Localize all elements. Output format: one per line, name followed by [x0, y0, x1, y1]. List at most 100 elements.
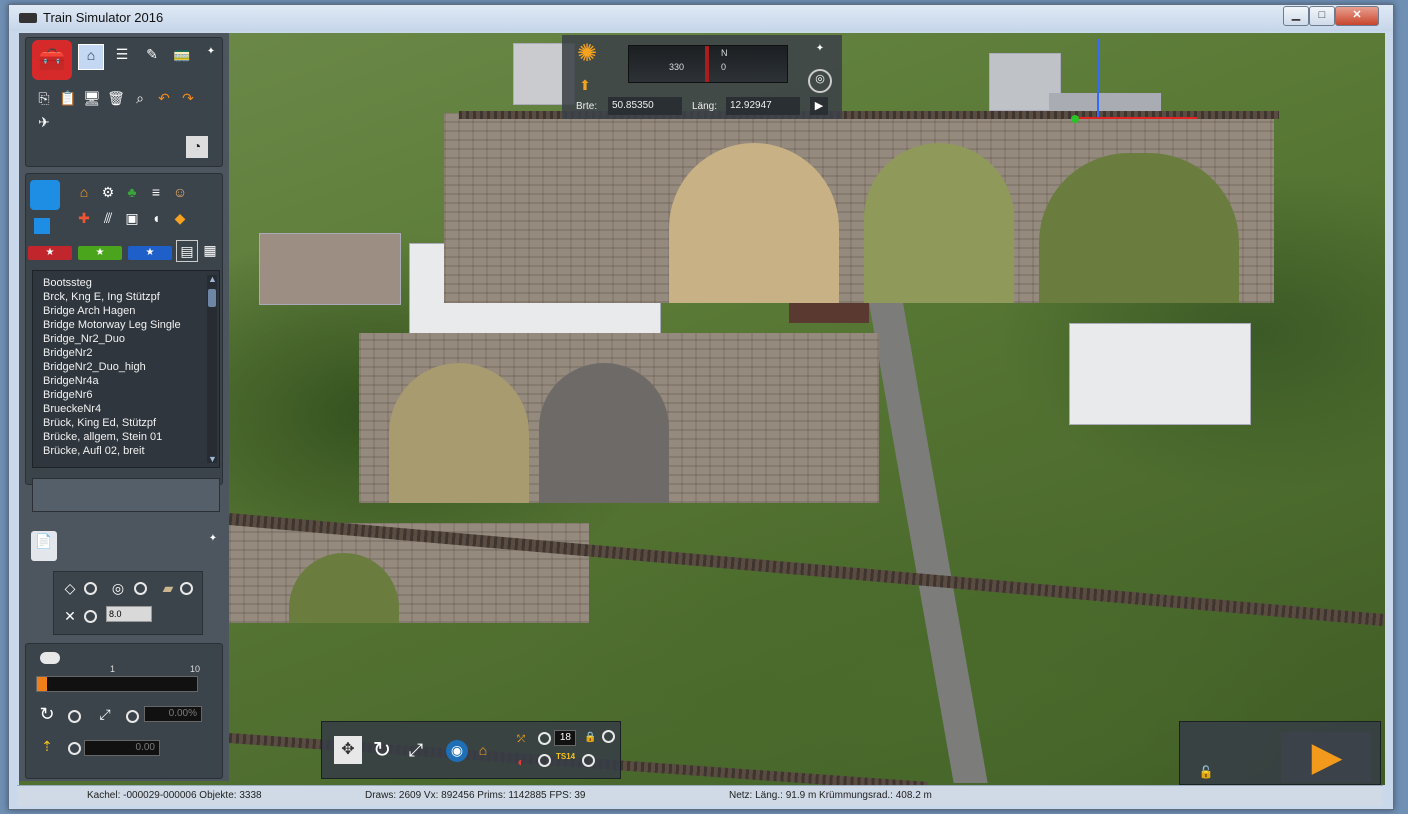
- red-filter-button[interactable]: ★: [28, 246, 72, 260]
- track-tool-radio[interactable]: [538, 732, 551, 745]
- viaduct-arch: [1039, 153, 1239, 303]
- train-icon[interactable]: 🚃: [170, 44, 194, 68]
- scroll-up-icon[interactable]: ▲: [208, 275, 217, 284]
- object-list[interactable]: Bootssteg Brck, Kng E, Ing Stützpf Bridge …: [32, 270, 220, 468]
- signal-tool-radio[interactable]: [538, 754, 551, 767]
- list-item[interactable]: BrueckeNr4: [43, 403, 101, 415]
- scroll-down-icon[interactable]: ▼: [208, 455, 217, 464]
- grid-view-icon[interactable]: ▦: [200, 240, 220, 260]
- settings-icon[interactable]: ✈: [34, 112, 54, 132]
- toolbox-icon[interactable]: 🧰: [32, 40, 72, 80]
- height-value-field[interactable]: 0.00: [84, 740, 160, 756]
- preview-box: [32, 478, 220, 512]
- map-icon[interactable]: ⬆: [574, 75, 596, 93]
- monitor-icon[interactable]: 🖥: [82, 88, 102, 108]
- list-item[interactable]: Brücke, allgem, Stein 01: [43, 431, 162, 443]
- list-item[interactable]: Bridge Arch Hagen: [43, 305, 135, 317]
- rotate-icon[interactable]: ↻: [36, 704, 58, 726]
- cube-icon[interactable]: [30, 180, 60, 210]
- gizmo-x-axis[interactable]: [1077, 117, 1197, 119]
- document-icon[interactable]: 📄: [31, 531, 57, 561]
- latitude-field[interactable]: 50.85350: [608, 97, 682, 115]
- list-item[interactable]: BridgeNr4a: [43, 375, 99, 387]
- lock-icon[interactable]: 🔒: [584, 728, 596, 744]
- list-item[interactable]: BridgeNr2: [43, 347, 93, 359]
- tree-icon[interactable]: ♣: [122, 182, 142, 202]
- snap-track-radio[interactable]: [180, 582, 193, 595]
- sound-icon[interactable]: ◖: [146, 208, 166, 228]
- longitude-field[interactable]: 12.92947: [726, 97, 800, 115]
- minimize-button[interactable]: ▁: [1283, 6, 1309, 26]
- settings-gear-icon[interactable]: ◎: [808, 69, 832, 93]
- paste-icon[interactable]: 📋: [58, 88, 78, 108]
- move-mode-icon[interactable]: ✥: [334, 736, 362, 764]
- person-icon[interactable]: ☺: [170, 182, 190, 202]
- scale-toggle[interactable]: [40, 652, 60, 664]
- green-filter-button[interactable]: ★: [78, 246, 122, 260]
- house-icon[interactable]: ⌂: [74, 182, 94, 202]
- list-item[interactable]: BridgeNr2_Duo_high: [43, 361, 146, 373]
- list-item[interactable]: BridgeNr6: [43, 389, 93, 401]
- signal-icon[interactable]: ✚: [74, 208, 94, 228]
- bridge-icon[interactable]: ⫻: [98, 208, 118, 228]
- gizmo-y-axis[interactable]: [1097, 39, 1099, 119]
- height-icon[interactable]: ⇡: [36, 736, 58, 758]
- pin-icon[interactable]: ✦: [814, 39, 826, 54]
- list-item[interactable]: Bridge_Nr2_Duo: [43, 333, 125, 345]
- move-icon[interactable]: ⤢: [94, 704, 116, 726]
- play-button[interactable]: ▶: [1307, 736, 1347, 778]
- signal-tool-icon[interactable]: ◐: [512, 752, 530, 769]
- blue-filter-button[interactable]: ★: [128, 246, 172, 260]
- list-item[interactable]: Brücke, Aufl 02, breit: [43, 445, 145, 457]
- globe-icon[interactable]: ◉: [446, 740, 468, 762]
- brush-icon[interactable]: ✎: [140, 44, 164, 68]
- go-arrow-icon[interactable]: ▶: [810, 97, 828, 115]
- snap-grid-radio[interactable]: [84, 610, 97, 623]
- list-item[interactable]: Brück, King Ed, Stützpf: [43, 417, 156, 429]
- list-scrollbar[interactable]: ▲ ▼: [207, 275, 217, 464]
- gizmo-z-handle[interactable]: [1071, 115, 1079, 123]
- search-icon[interactable]: ⌕: [130, 88, 150, 108]
- track-icon[interactable]: ☰: [110, 44, 134, 68]
- rotate-radio[interactable]: [68, 710, 81, 723]
- close-button[interactable]: ✕: [1335, 6, 1379, 26]
- delete-icon[interactable]: 🗑: [106, 88, 126, 108]
- grid-size-input[interactable]: [106, 606, 152, 622]
- track-tool-icon[interactable]: ⤱: [512, 730, 530, 746]
- home-icon[interactable]: ⌂: [78, 44, 104, 70]
- rail-piece-icon[interactable]: ≡: [146, 182, 166, 202]
- height-radio[interactable]: [68, 742, 81, 755]
- maximize-button[interactable]: □: [1309, 6, 1335, 26]
- bag-icon[interactable]: ◆: [170, 208, 190, 228]
- move-radio[interactable]: [126, 710, 139, 723]
- copy-icon[interactable]: ⎘: [34, 88, 54, 108]
- gauge-icon[interactable]: ◔: [186, 136, 208, 158]
- list-item[interactable]: Bridge Motorway Leg Single: [43, 319, 181, 331]
- pin-icon[interactable]: ✦: [204, 42, 218, 57]
- factory-icon[interactable]: ⚙: [98, 182, 118, 202]
- list-view-icon[interactable]: ▤: [176, 240, 198, 262]
- small-cube-icon[interactable]: [34, 218, 50, 234]
- scale-mode-icon[interactable]: ⤢: [402, 736, 430, 764]
- list-item[interactable]: Bootssteg: [43, 277, 92, 289]
- rotate-value-field[interactable]: 0.00%: [144, 706, 202, 722]
- snap-target-radio[interactable]: [134, 582, 147, 595]
- rotate-mode-icon[interactable]: ↻: [368, 736, 396, 764]
- scale-slider-handle[interactable]: [37, 677, 47, 691]
- ts14-radio[interactable]: [582, 754, 595, 767]
- home-view-icon[interactable]: ⌂: [472, 740, 494, 762]
- compass-rose-icon[interactable]: ✺: [572, 39, 602, 69]
- pin-icon[interactable]: ✦: [207, 529, 219, 544]
- snap-plane-radio[interactable]: [84, 582, 97, 595]
- tunnel-icon[interactable]: ▣: [122, 208, 142, 228]
- scroll-thumb[interactable]: [208, 289, 216, 307]
- track-snap-icon: ▰: [162, 580, 174, 596]
- scale-slider[interactable]: [36, 676, 198, 692]
- viaduct-arch: [864, 143, 1014, 303]
- redo-icon[interactable]: ↷: [178, 88, 198, 108]
- number-field[interactable]: 18: [554, 730, 576, 746]
- unlock-icon[interactable]: 🔓: [1196, 762, 1216, 780]
- undo-icon[interactable]: ↶: [154, 88, 174, 108]
- lock-radio[interactable]: [602, 730, 615, 743]
- list-item[interactable]: Brck, Kng E, Ing Stützpf: [43, 291, 160, 303]
